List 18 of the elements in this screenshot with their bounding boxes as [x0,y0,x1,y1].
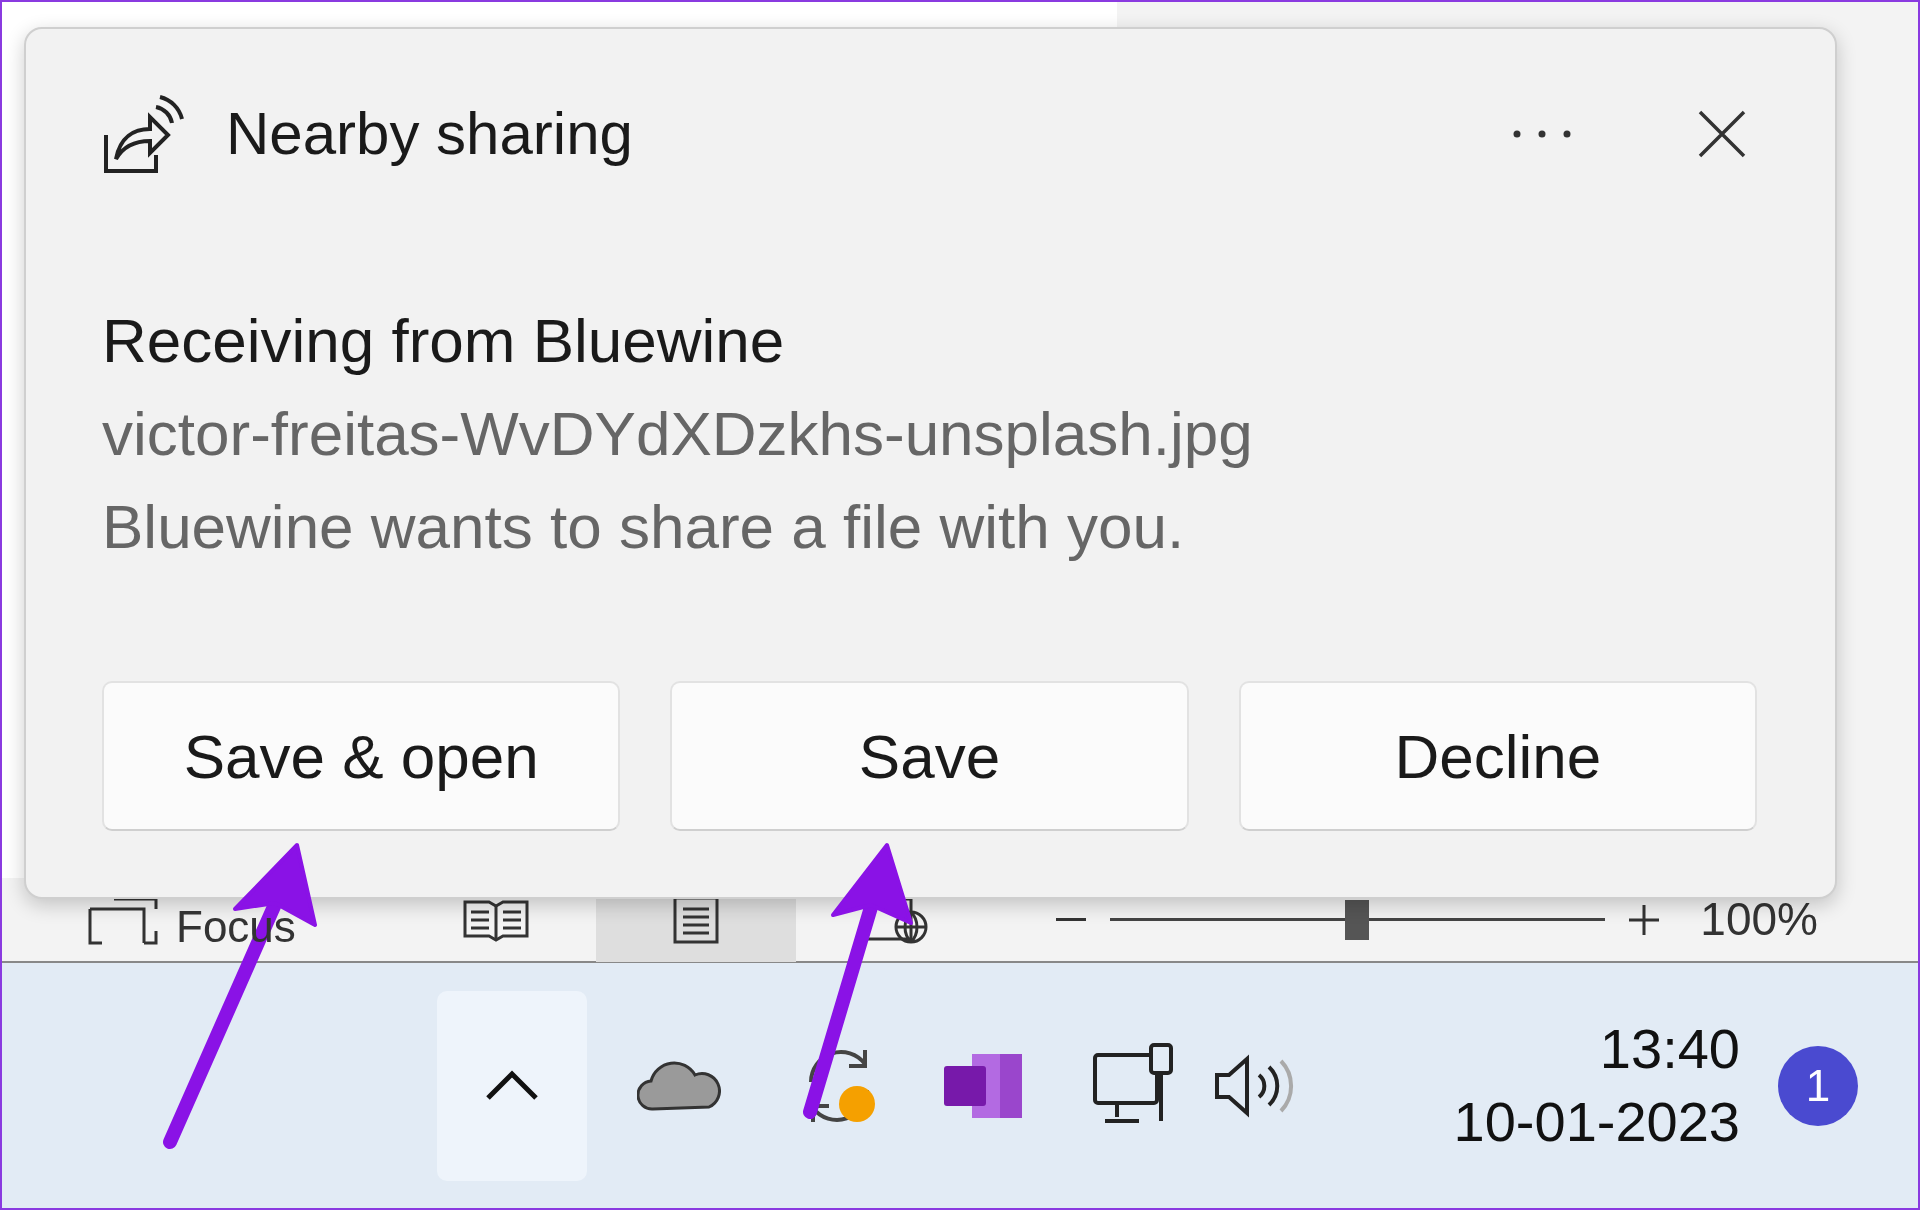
zoom-thumb[interactable] [1345,899,1370,940]
file-name: victor-freitas-WvDYdXDzkhs-unsplash.jpg [102,398,1254,470]
action-button[interactable]: Decline [1238,681,1757,831]
clock-time[interactable]: 13:40 [1599,1012,1740,1086]
close-icon [1698,110,1746,158]
share-icon [102,93,186,175]
notification-count-badge[interactable]: 1 [1778,1045,1858,1126]
zoom-slider[interactable] [1109,899,1605,940]
clock-date[interactable]: 10-01-2023 [1453,1085,1740,1159]
chevron-up-icon [484,1069,540,1102]
notification-message: Bluewine wants to share a file with you. [102,491,1186,563]
zoom-out-icon[interactable] [1055,917,1086,922]
app-title: Nearby sharing [226,99,633,169]
zoom-in-icon[interactable] [1628,904,1659,935]
more-icon [1513,130,1571,138]
action-button[interactable]: Save [670,681,1189,831]
notification-heading: Receiving from Bluewine [102,305,786,377]
action-button[interactable]: Save & open [102,681,621,831]
